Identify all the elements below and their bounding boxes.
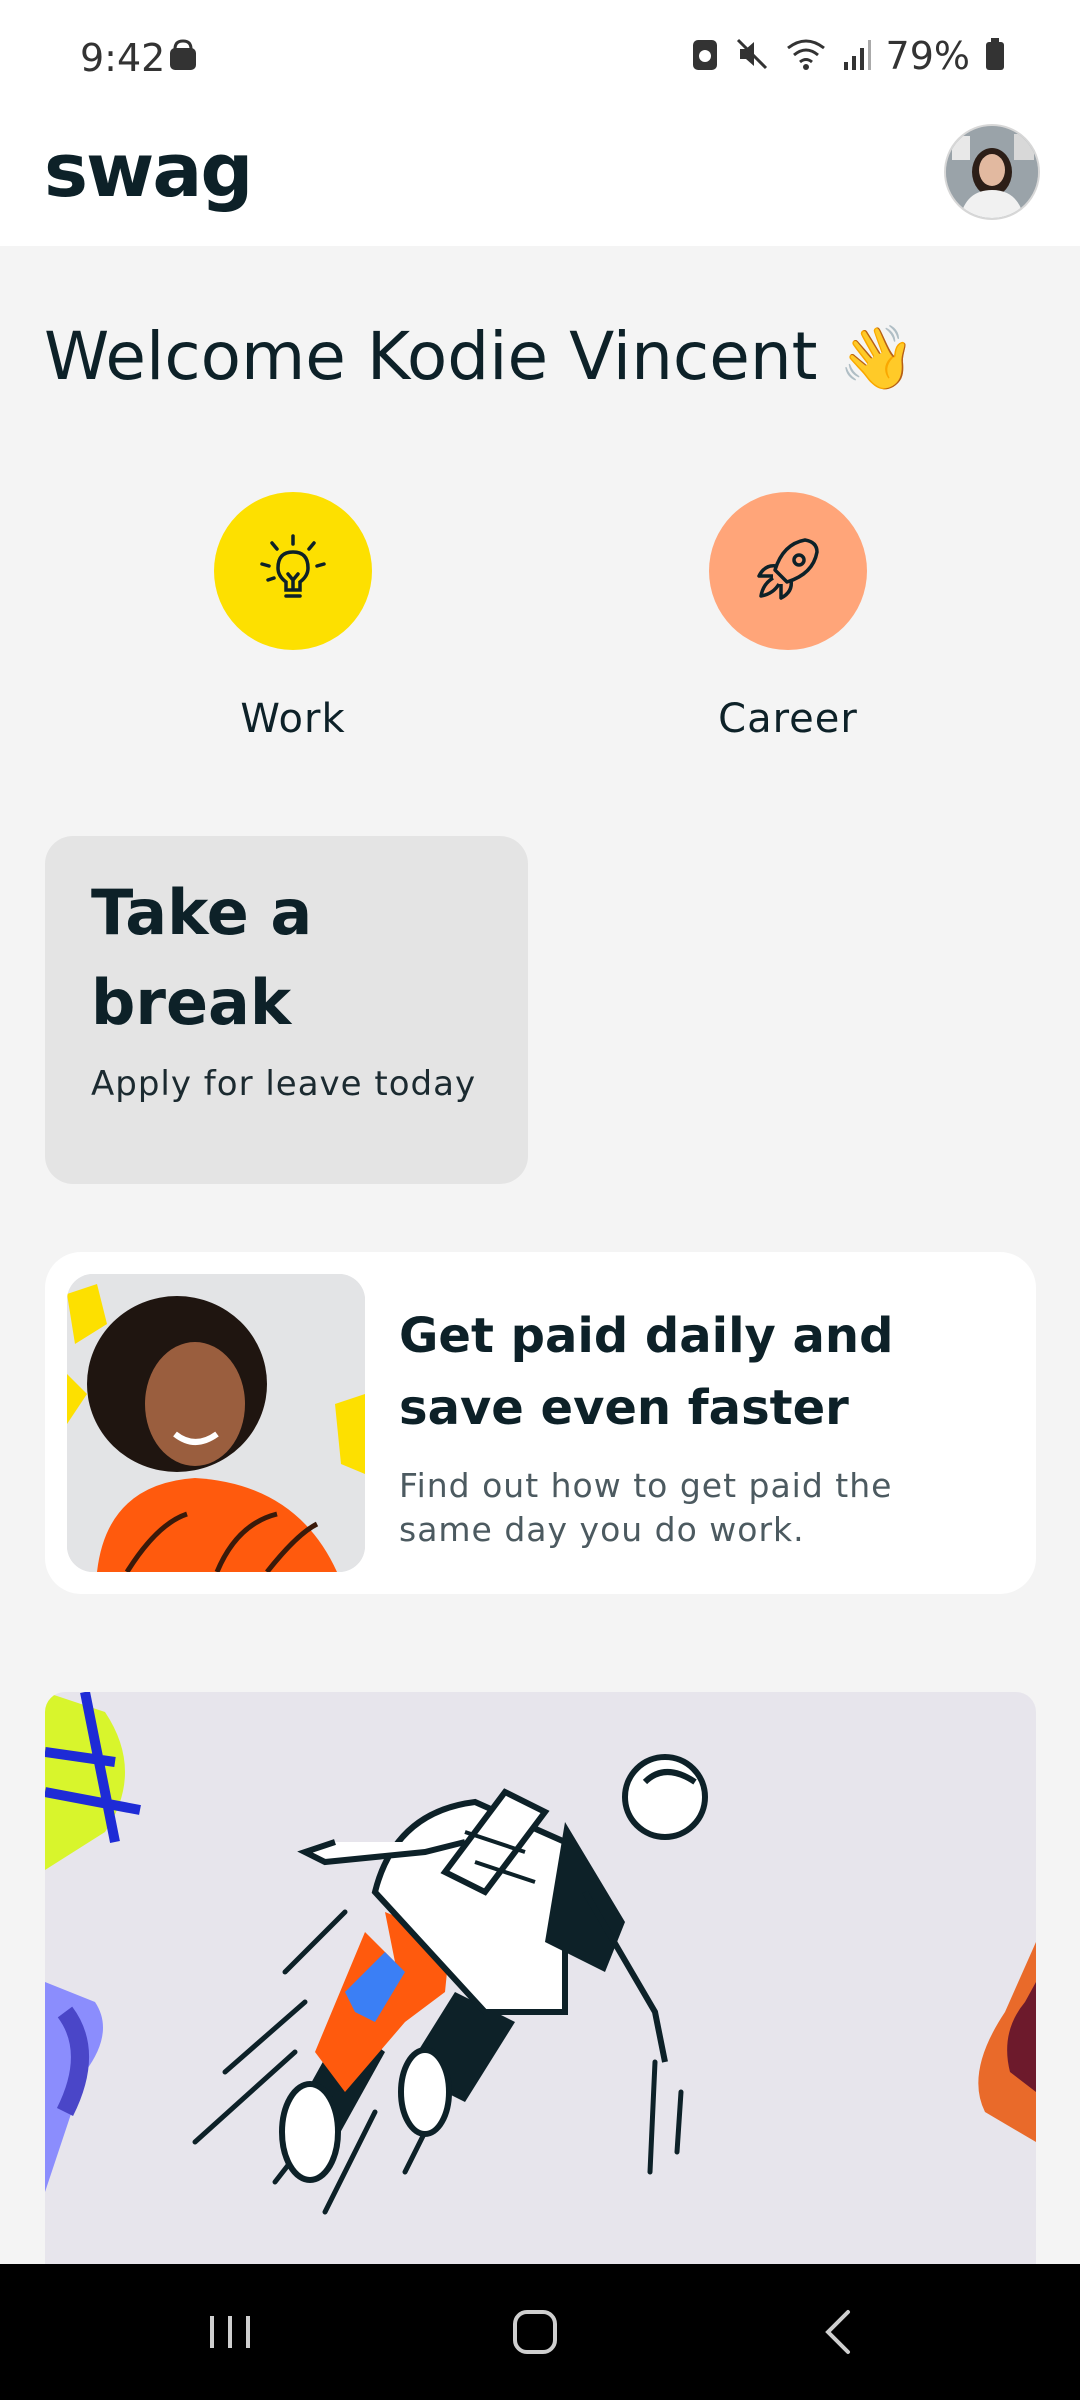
mute-icon xyxy=(734,36,770,76)
wifi-icon xyxy=(784,36,828,76)
home-button[interactable] xyxy=(485,2298,585,2366)
status-bar: 9:42 79% xyxy=(0,0,1080,118)
recent-apps-button[interactable] xyxy=(180,2298,280,2366)
waving-hand-emoji: 👋 xyxy=(838,321,916,394)
signal-icon xyxy=(842,36,872,76)
get-paid-daily-card[interactable]: Get paid daily and save even faster Find… xyxy=(45,1252,1036,1594)
smiling-woman-image xyxy=(67,1274,365,1572)
jetpack-person-illustration xyxy=(45,1692,1036,2215)
status-icons: 79% xyxy=(690,34,1006,78)
pay-card-title: Get paid daily and save even faster xyxy=(399,1308,894,1436)
welcome-text: Welcome Kodie Vincent xyxy=(44,318,818,395)
system-nav-bar xyxy=(0,2264,1080,2400)
rocket-icon xyxy=(709,492,867,650)
take-a-break-card[interactable]: Take a break Apply for leave today xyxy=(45,836,528,1184)
battery-icon xyxy=(984,36,1006,76)
break-card-title: Take a break xyxy=(91,876,313,1039)
welcome-heading: Welcome Kodie Vincent 👋 xyxy=(44,318,916,395)
status-time: 9:42 xyxy=(80,36,166,80)
quick-action-career[interactable]: Career xyxy=(638,492,938,742)
app-header: swag xyxy=(0,118,1080,246)
lightbulb-icon xyxy=(214,492,372,650)
swag-logo[interactable]: swag xyxy=(44,128,253,214)
shopping-bag-icon xyxy=(166,38,200,76)
pay-card-subtitle: Find out how to get paid the same day yo… xyxy=(399,1466,893,1549)
quick-action-work[interactable]: Work xyxy=(143,492,443,742)
break-card-subtitle: Apply for leave today xyxy=(91,1064,477,1104)
sim-icon xyxy=(690,36,720,76)
back-button[interactable] xyxy=(790,2298,890,2366)
work-label: Work xyxy=(240,696,346,742)
profile-avatar[interactable] xyxy=(944,124,1040,220)
promo-banner[interactable] xyxy=(45,1692,1036,2264)
battery-percent: 79% xyxy=(885,34,970,78)
career-label: Career xyxy=(718,696,858,742)
